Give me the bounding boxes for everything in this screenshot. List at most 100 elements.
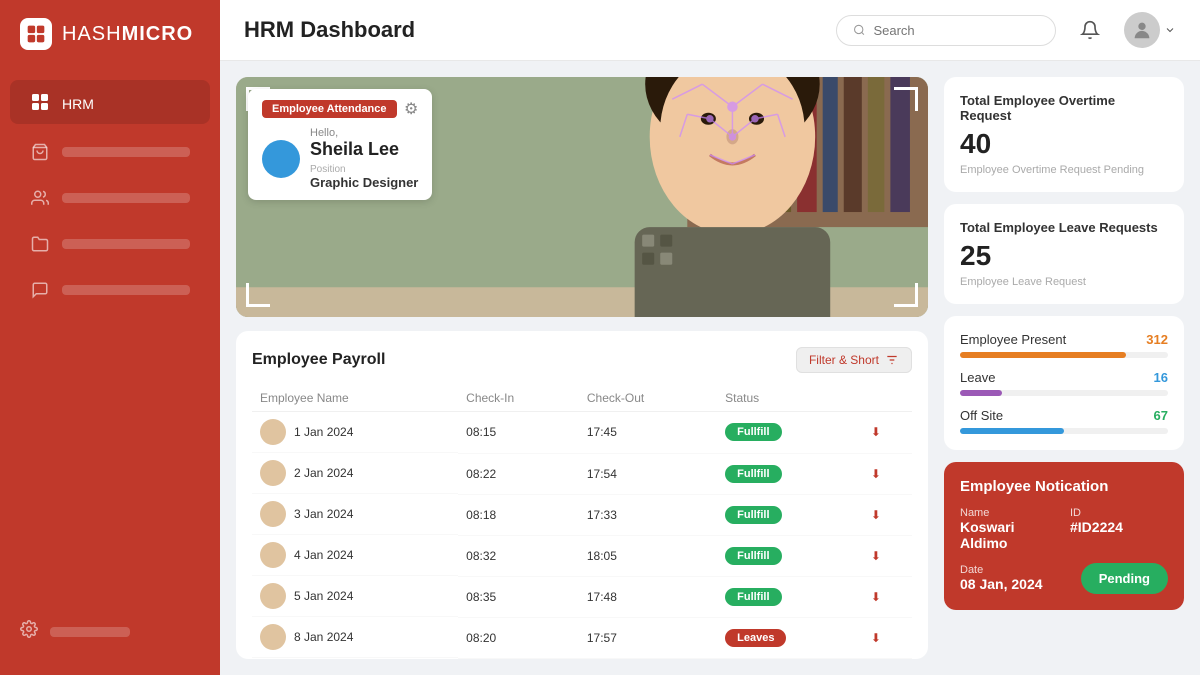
attendance-hello: Hello, <box>310 127 418 139</box>
download-cell[interactable]: ⬇ <box>863 412 912 454</box>
payroll-table: Employee Name Check-In Check-Out Status … <box>252 385 912 659</box>
header-right <box>836 12 1176 48</box>
settings-item[interactable] <box>0 608 220 655</box>
notification-footer: Date 08 Jan, 2024 Pending <box>960 563 1168 594</box>
settings-icon <box>20 620 38 643</box>
attendance-badge: Employee Attendance <box>262 100 397 118</box>
chat-icon <box>30 280 50 300</box>
checkin-cell: 08:15 <box>458 658 579 659</box>
row-avatar <box>260 542 286 568</box>
search-box[interactable] <box>836 15 1056 46</box>
leave-label: Total Employee Leave Requests <box>960 220 1168 235</box>
employee-cell: 2 Jan 2024 <box>252 453 458 494</box>
attendance-settings-icon[interactable]: ⚙ <box>404 99 418 119</box>
employee-cell: 1 Jan 2024 <box>252 412 458 453</box>
row-avatar <box>260 501 286 527</box>
row-avatar <box>260 419 286 445</box>
chevron-down-icon <box>1164 24 1176 36</box>
sidebar-item-4-label <box>62 239 190 249</box>
col-action <box>863 385 912 412</box>
notif-date-value: 08 Jan, 2024 <box>960 576 1043 592</box>
download-icon[interactable]: ⬇ <box>871 467 881 481</box>
status-badge: Fullfill <box>725 506 781 524</box>
col-checkin: Check-In <box>458 385 579 412</box>
download-cell[interactable]: ⬇ <box>863 453 912 494</box>
leave-row: Leave 16 <box>960 370 1168 396</box>
content-area: Employee Attendance ⚙ Hello, Sheila Lee … <box>220 61 1200 675</box>
leave-status-label: Leave <box>960 370 995 385</box>
right-panel: Total Employee Overtime Request 40 Emplo… <box>944 77 1184 659</box>
page-title: HRM Dashboard <box>244 17 415 43</box>
status-cell: Leaves <box>717 617 863 658</box>
leave-progress-bar <box>960 390 1168 396</box>
employee-cell: 4 Jan 2024 <box>252 535 458 576</box>
position-label: Position <box>310 164 418 175</box>
sidebar-item-4[interactable] <box>10 222 210 266</box>
download-cell[interactable]: ⬇ <box>863 617 912 658</box>
sidebar-item-3[interactable] <box>10 176 210 220</box>
settings-label <box>50 627 130 637</box>
employee-date: 8 Jan 2024 <box>294 630 353 644</box>
download-cell[interactable]: ⬇ <box>863 658 912 659</box>
overtime-sub: Employee Overtime Request Pending <box>960 164 1168 176</box>
notif-id-label: ID <box>1070 507 1168 519</box>
employee-date: 3 Jan 2024 <box>294 507 353 521</box>
search-input[interactable] <box>873 23 1039 38</box>
pending-button[interactable]: Pending <box>1081 563 1168 594</box>
checkout-cell: 17:54 <box>579 453 717 494</box>
checkin-cell: 08:35 <box>458 576 579 617</box>
present-row: Employee Present 312 <box>960 332 1168 358</box>
left-panel: Employee Attendance ⚙ Hello, Sheila Lee … <box>236 77 928 659</box>
employee-position: Graphic Designer <box>310 175 418 190</box>
payroll-title: Employee Payroll <box>252 351 385 369</box>
download-cell[interactable]: ⬇ <box>863 576 912 617</box>
overtime-stat-card: Total Employee Overtime Request 40 Emplo… <box>944 77 1184 192</box>
status-cell: Fullfill <box>717 412 863 454</box>
header: HRM Dashboard <box>220 0 1200 61</box>
overtime-label: Total Employee Overtime Request <box>960 93 1168 123</box>
download-cell[interactable]: ⬇ <box>863 535 912 576</box>
sidebar-item-2[interactable] <box>10 130 210 174</box>
table-row: 3 Jan 2024 08:18 17:33 Fullfill ⬇ <box>252 494 912 535</box>
sidebar-item-hrm[interactable]: HRM <box>10 80 210 124</box>
sidebar-item-5[interactable] <box>10 268 210 312</box>
leave-progress-fill <box>960 390 1002 396</box>
row-avatar <box>260 624 286 650</box>
sidebar-item-3-label <box>62 193 190 203</box>
present-progress-bar <box>960 352 1168 358</box>
download-icon[interactable]: ⬇ <box>871 508 881 522</box>
checkin-cell: 08:22 <box>458 453 579 494</box>
people-icon <box>30 188 50 208</box>
download-cell[interactable]: ⬇ <box>863 494 912 535</box>
table-row: 4 Jan 2024 08:32 18:05 Fullfill ⬇ <box>252 535 912 576</box>
table-row: 2 Jan 2024 08:22 17:54 Fullfill ⬇ <box>252 453 912 494</box>
notification-button[interactable] <box>1072 12 1108 48</box>
download-icon[interactable]: ⬇ <box>871 631 881 645</box>
download-icon[interactable]: ⬇ <box>871 549 881 563</box>
present-value: 312 <box>1146 332 1168 347</box>
notif-date-label: Date <box>960 564 1043 576</box>
status-badge: Leaves <box>725 629 786 647</box>
checkin-cell: 08:18 <box>458 494 579 535</box>
corner-bracket-br <box>894 283 918 307</box>
employee-avatar <box>262 140 300 178</box>
user-avatar-dropdown[interactable] <box>1124 12 1176 48</box>
offsite-row: Off Site 67 <box>960 408 1168 434</box>
sidebar-bottom <box>0 598 220 675</box>
checkin-cell: 08:32 <box>458 535 579 576</box>
bag-icon <box>30 142 50 162</box>
employee-cell: 3 Jan 2024 <box>252 494 458 535</box>
employee-name: Sheila Lee <box>310 139 418 160</box>
sidebar-item-2-label <box>62 147 190 157</box>
payroll-card: Employee Payroll Filter & Short Employee… <box>236 331 928 659</box>
filter-icon <box>885 353 899 367</box>
download-icon[interactable]: ⬇ <box>871 590 881 604</box>
filter-short-button[interactable]: Filter & Short <box>796 347 912 373</box>
checkout-cell: 18:05 <box>579 535 717 576</box>
leave-stat-card: Total Employee Leave Requests 25 Employe… <box>944 204 1184 304</box>
notif-name-label: Name <box>960 507 1058 519</box>
download-icon[interactable]: ⬇ <box>871 425 881 439</box>
notif-id-value: #ID2224 <box>1070 519 1168 535</box>
offsite-label: Off Site <box>960 408 1003 423</box>
checkout-cell: 17:33 <box>579 494 717 535</box>
